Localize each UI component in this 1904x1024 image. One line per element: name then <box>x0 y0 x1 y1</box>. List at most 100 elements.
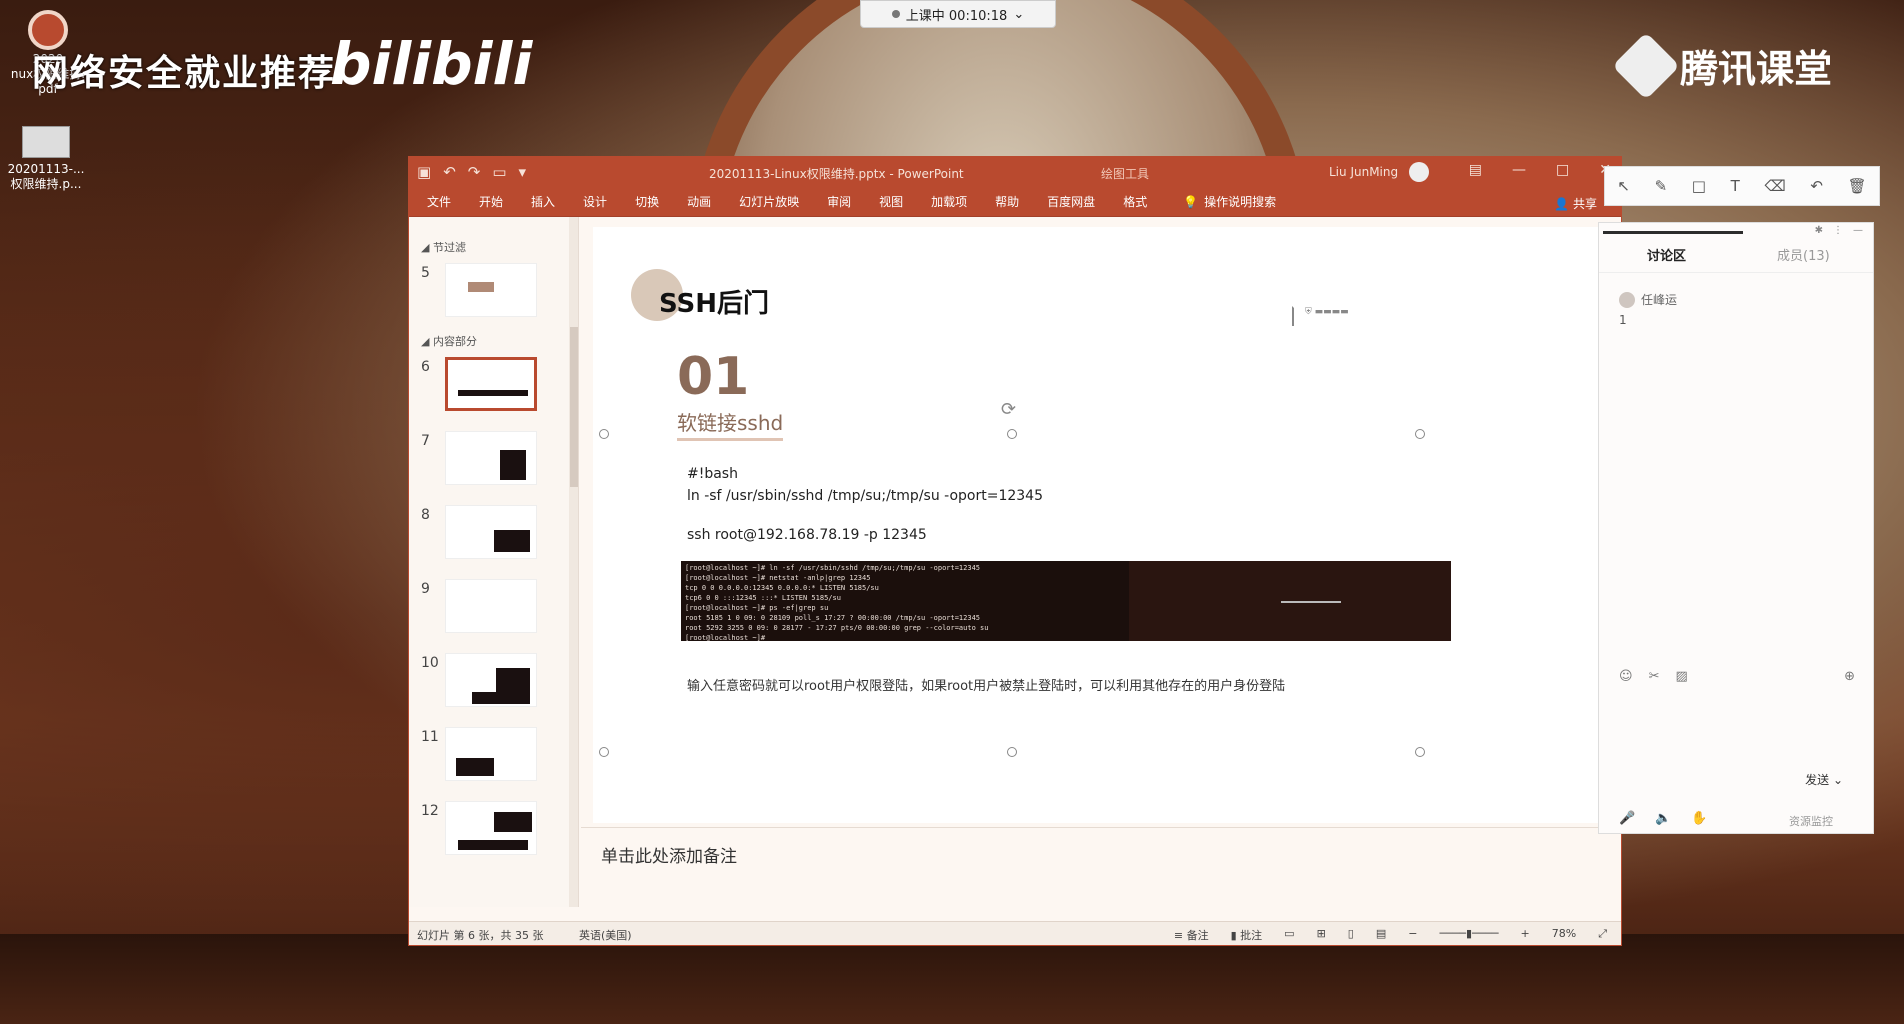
slide-thumb-8[interactable]: 8 <box>409 505 578 571</box>
slide-canvas[interactable]: SSH后门 ⛨ ▬▬▬▬ 01 软链接sshd ⟳ #!bash ln -sf … <box>593 227 1609 823</box>
slide-caption[interactable]: 输入任意密码就可以root用户权限登陆，如果root用户被禁止登陆时，可以利用其… <box>687 675 1285 694</box>
zoom-level[interactable]: 78% <box>1552 927 1576 943</box>
code-block[interactable]: #!bash ln -sf /usr/sbin/sshd /tmp/su;/tm… <box>687 463 1043 507</box>
tell-me-search[interactable]: 💡 操作说明搜索 <box>1183 193 1276 210</box>
tab-view[interactable]: 视图 <box>879 193 903 210</box>
slide-thumb-6[interactable]: 6 <box>409 357 578 423</box>
tab-members[interactable]: 成员(13) <box>1777 245 1830 264</box>
text-icon[interactable]: T <box>1731 177 1740 195</box>
tab-animations[interactable]: 动画 <box>687 193 711 210</box>
tab-file[interactable]: 文件 <box>427 193 451 210</box>
fit-slide-icon[interactable]: ⤢ <box>1598 927 1607 943</box>
ssh-command[interactable]: ssh root@192.168.78.19 -p 12345 <box>687 527 927 543</box>
normal-view-icon[interactable]: ▭ <box>1284 927 1294 943</box>
slide-number: 5 <box>421 265 430 281</box>
resource-monitor[interactable]: 资源监控 <box>1789 813 1833 829</box>
chevron-down-icon: ⌄ <box>1013 6 1025 22</box>
scrollbar-thumb[interactable] <box>570 327 578 487</box>
panel-tabs: 讨论区 成员(13) <box>1599 231 1873 273</box>
compose-tools: ☺ ✂ ▨ <box>1619 669 1688 684</box>
present-icon[interactable]: ▭ <box>492 163 506 181</box>
tab-baidu-netdisk[interactable]: 百度网盘 <box>1047 193 1095 210</box>
maximize-icon[interactable]: □ <box>1556 162 1569 178</box>
minimize-icon[interactable]: — <box>1853 225 1863 236</box>
sorter-view-icon[interactable]: ⊞ <box>1317 927 1326 943</box>
resize-handle[interactable] <box>1007 747 1017 757</box>
zoom-slider[interactable]: ────▮──── <box>1439 927 1498 943</box>
tab-discussion[interactable]: 讨论区 <box>1602 231 1744 264</box>
notes-pane[interactable]: 单击此处添加备注 <box>581 827 1621 907</box>
tab-help[interactable]: 帮助 <box>995 193 1019 210</box>
rectangle-icon[interactable]: □ <box>1692 177 1706 195</box>
slide-number: 7 <box>421 433 430 449</box>
class-timer[interactable]: 上课中 00:10:18 ⌄ <box>860 0 1056 28</box>
pen-icon[interactable]: ✎ <box>1655 177 1668 195</box>
trash-icon[interactable]: 🗑 <box>1848 177 1867 195</box>
slide-thumb-11[interactable]: 11 <box>409 727 578 793</box>
status-right: ≡ 备注 ▮ 批注 ▭ ⊞ ▯ ▤ − ────▮──── + 78% ⤢ <box>1174 927 1607 943</box>
pointer-icon[interactable]: ↖ <box>1617 177 1630 195</box>
slideshow-view-icon[interactable]: ▤ <box>1376 927 1386 943</box>
zoom-in-icon[interactable]: + <box>1521 927 1530 943</box>
speaker-icon[interactable]: 🔈 <box>1655 811 1671 826</box>
undo-icon[interactable]: ↶ <box>1810 177 1823 195</box>
language-indicator[interactable]: 英语(美国) <box>579 927 632 943</box>
ribbon-display-icon[interactable]: ▤ <box>1469 162 1482 178</box>
section-label: 节过滤 <box>432 241 466 254</box>
comments-toggle[interactable]: ▮ 批注 <box>1231 927 1263 943</box>
avatar[interactable] <box>1409 162 1429 182</box>
slide-thumb-12[interactable]: 12 <box>409 801 578 867</box>
section-header-content[interactable]: ◢ 内容部分 <box>409 329 578 349</box>
tab-review[interactable]: 审阅 <box>827 193 851 210</box>
slide-title[interactable]: SSH后门 <box>659 283 769 320</box>
more-icon[interactable]: ⋮ <box>1833 225 1843 236</box>
desktop-icon-pptx[interactable]: 20201113-... 权限维持.p... <box>6 126 86 192</box>
tab-slideshow[interactable]: 幻灯片放映 <box>739 193 799 210</box>
timer-text: 上课中 00:10:18 <box>905 8 1008 24</box>
resize-handle[interactable] <box>599 429 609 439</box>
reading-view-icon[interactable]: ▯ <box>1348 927 1354 943</box>
terminal-screenshot[interactable]: [root@localhost ~]# ln -sf /usr/sbin/ssh… <box>681 561 1451 641</box>
thumbnail-scrollbar[interactable] <box>569 217 578 907</box>
slide-thumb-7[interactable]: 7 <box>409 431 578 497</box>
slide-thumb-9[interactable]: 9 <box>409 579 578 645</box>
add-icon[interactable]: ⊕ <box>1844 669 1855 684</box>
resize-handle[interactable] <box>1415 747 1425 757</box>
resize-handle[interactable] <box>599 747 609 757</box>
minimize-icon[interactable]: — <box>1512 162 1526 178</box>
section-number[interactable]: 01 <box>677 347 749 407</box>
save-icon[interactable]: ▣ <box>417 163 431 181</box>
document-title: 20201113-Linux权限维持.pptx - PowerPoint <box>709 167 964 181</box>
slide-thumb-10[interactable]: 10 <box>409 653 578 719</box>
slide-number: 9 <box>421 581 430 597</box>
emoji-icon[interactable]: ☺ <box>1619 669 1633 684</box>
record-dot-icon <box>891 10 900 18</box>
notes-toggle[interactable]: ≡ 备注 <box>1174 927 1209 943</box>
tab-format[interactable]: 格式 <box>1123 193 1147 210</box>
tab-design[interactable]: 设计 <box>583 193 607 210</box>
rotate-handle-icon[interactable]: ⟳ <box>1001 399 1016 420</box>
user-name[interactable]: Liu JunMing <box>1329 165 1398 179</box>
tab-home[interactable]: 开始 <box>479 193 503 210</box>
eraser-icon[interactable]: ⌫ <box>1764 177 1785 195</box>
redo-icon[interactable]: ↷ <box>468 163 481 181</box>
zoom-out-icon[interactable]: − <box>1408 927 1417 943</box>
slide-thumb-5[interactable]: 5 <box>409 263 578 329</box>
section-subtitle[interactable]: 软链接sshd <box>677 407 784 441</box>
section-header-filter[interactable]: ◢ 节过滤 <box>409 217 578 255</box>
resize-handle[interactable] <box>1415 429 1425 439</box>
share-button[interactable]: 👤 共享 <box>1554 195 1597 212</box>
hand-raise-icon[interactable]: ✋ <box>1691 811 1707 826</box>
tab-insert[interactable]: 插入 <box>531 193 555 210</box>
scissors-icon[interactable]: ✂ <box>1649 669 1660 684</box>
slide-preview <box>445 653 537 707</box>
tab-addins[interactable]: 加载项 <box>931 193 967 210</box>
pin-icon[interactable]: ✱ <box>1815 225 1823 236</box>
resize-handle[interactable] <box>1007 429 1017 439</box>
send-button[interactable]: 发送 ⌄ <box>1805 771 1843 788</box>
microphone-icon[interactable]: 🎤 <box>1619 811 1635 826</box>
customize-icon[interactable]: ▾ <box>519 163 527 181</box>
undo-icon[interactable]: ↶ <box>443 163 456 181</box>
tab-transitions[interactable]: 切换 <box>635 193 659 210</box>
image-icon[interactable]: ▨ <box>1675 669 1687 684</box>
